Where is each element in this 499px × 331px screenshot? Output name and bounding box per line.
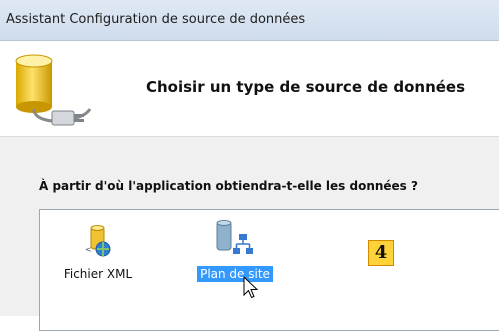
mouse-cursor-icon bbox=[243, 275, 259, 304]
window-title: Assistant Configuration de source de don… bbox=[6, 12, 306, 27]
source-type-site-map[interactable]: Plan de site bbox=[190, 220, 280, 282]
source-question-label: À partir d'où l'application obtiendra-t-… bbox=[39, 179, 418, 193]
database-plug-icon bbox=[12, 51, 104, 133]
source-type-label: Fichier XML bbox=[63, 267, 133, 281]
source-type-label: Plan de site bbox=[197, 266, 273, 282]
source-type-xml-file[interactable]: < Fichier XML bbox=[58, 224, 138, 282]
title-bar: Assistant Configuration de source de don… bbox=[0, 0, 499, 41]
sitemap-icon bbox=[213, 220, 257, 262]
step-number-badge: 4 bbox=[368, 240, 394, 266]
svg-text:<: < bbox=[85, 245, 92, 254]
wizard-header: Choisir un type de source de données bbox=[0, 41, 499, 137]
xml-file-globe-icon: < bbox=[82, 225, 114, 262]
page-title: Choisir un type de source de données bbox=[146, 78, 466, 96]
source-type-list[interactable]: < Fichier XML Plan de site bbox=[39, 209, 499, 331]
